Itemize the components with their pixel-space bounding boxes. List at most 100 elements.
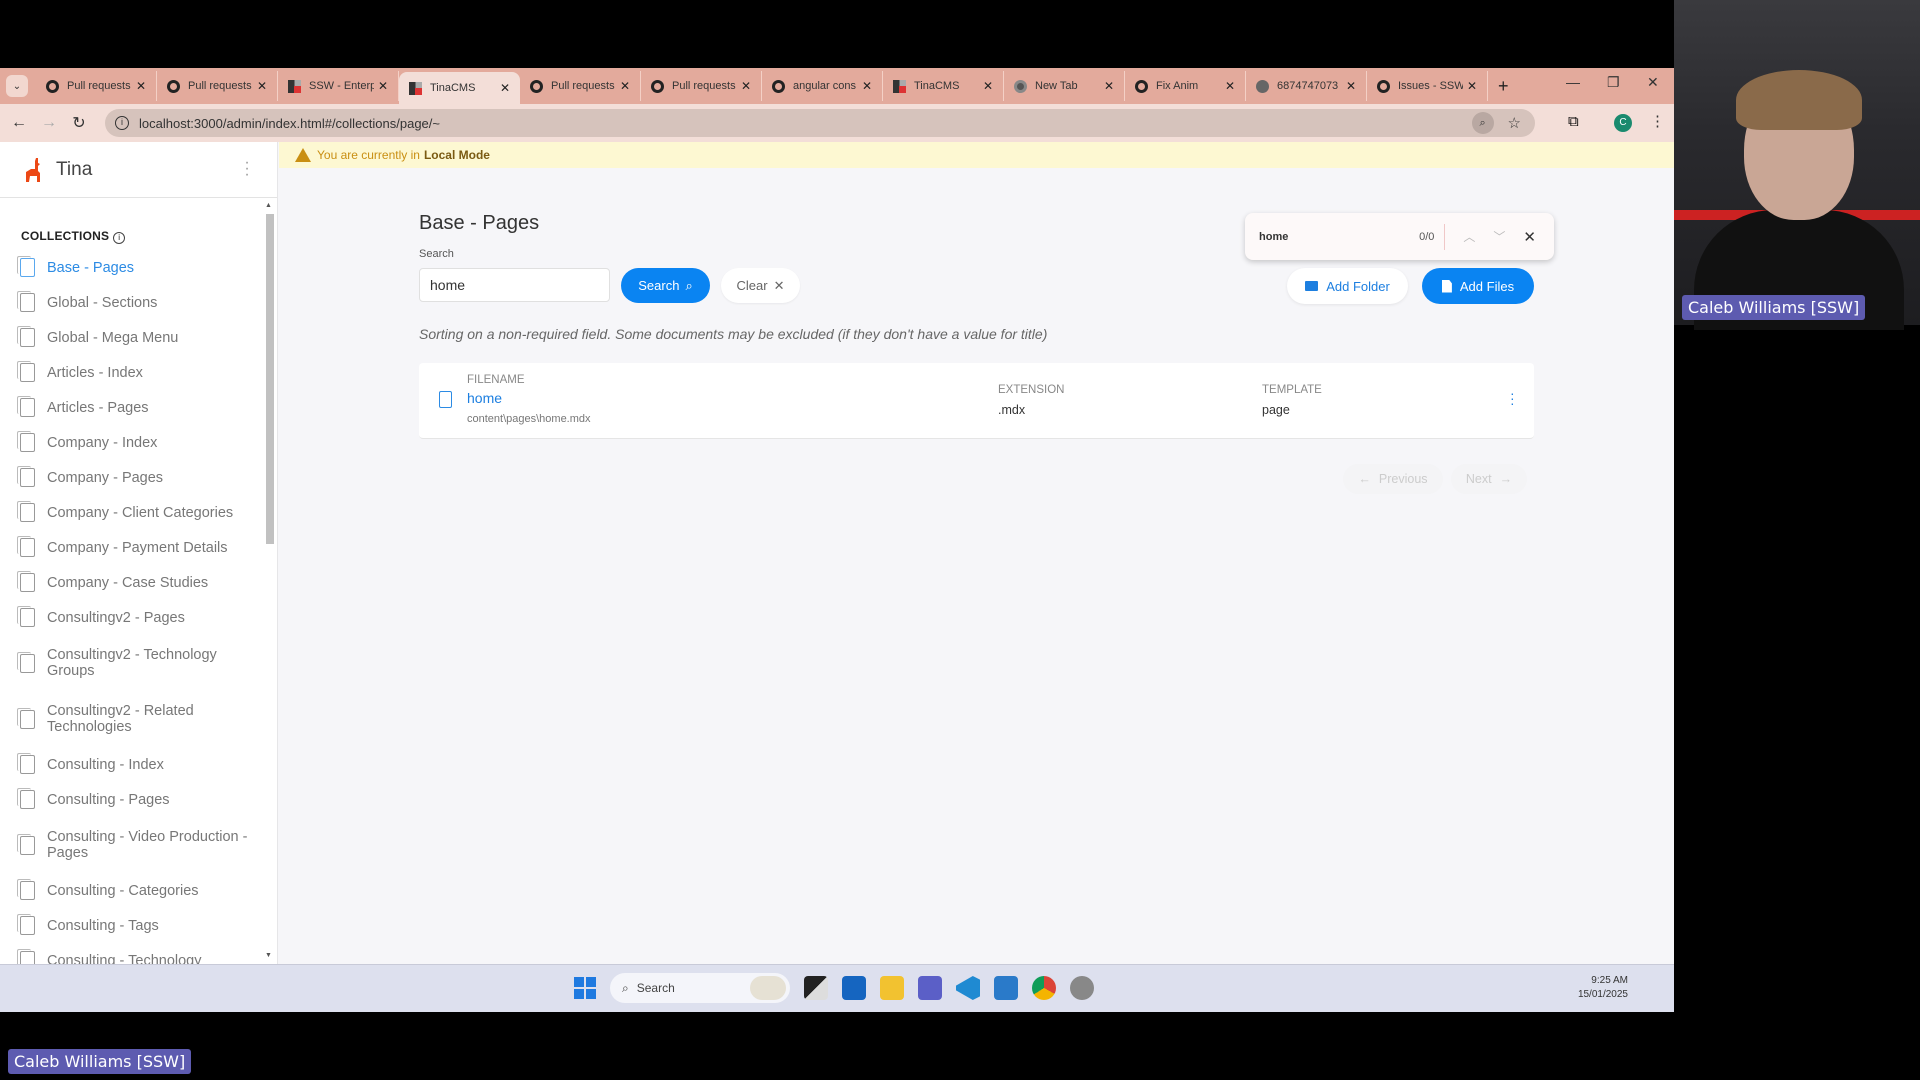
participant-name-tag-bottom: Caleb Williams [SSW] (8, 1049, 192, 1074)
snagit-icon[interactable] (994, 976, 1018, 1000)
sidebar-menu-icon[interactable]: · · · (244, 155, 250, 183)
add-folder-button[interactable]: Add Folder (1287, 268, 1408, 304)
previous-button[interactable]: ← Previous (1343, 464, 1443, 494)
sidebar-item[interactable]: Consulting - Index (17, 747, 252, 782)
search-input[interactable] (419, 268, 610, 302)
scroll-thumb[interactable] (266, 214, 274, 544)
reload-button[interactable]: ↻ (64, 113, 94, 133)
tab-title: angular cons (793, 80, 856, 92)
clear-button[interactable]: Clear ✕ (721, 268, 800, 303)
lens-icon[interactable]: ⌕ (1471, 112, 1494, 134)
close-tab-icon[interactable]: ✕ (862, 79, 872, 93)
sidebar-item[interactable]: Company - Case Studies (17, 565, 252, 600)
settings-icon[interactable] (1070, 976, 1094, 1000)
close-tab-icon[interactable]: ✕ (1346, 79, 1356, 93)
warning-icon (295, 148, 311, 162)
tab-3[interactable]: TinaCMS ✕ (399, 72, 520, 104)
document-icon (17, 256, 35, 277)
sidebar-item[interactable]: Company - Index (17, 425, 252, 460)
sidebar-item[interactable]: Company - Pages (17, 460, 252, 495)
find-close-icon[interactable]: ✕ (1523, 228, 1536, 246)
search-button[interactable]: Search ⌕ (621, 268, 710, 303)
sidebar-item[interactable]: Articles - Index (17, 355, 252, 390)
taskbar-search[interactable]: ⌕ Search (610, 973, 790, 1003)
site-info-icon[interactable]: i (115, 116, 129, 130)
tab-9[interactable]: Fix Anim ✕ (1125, 71, 1246, 101)
close-tab-icon[interactable]: ✕ (620, 79, 630, 93)
task-view-icon[interactable] (804, 976, 828, 1000)
table-row[interactable]: FILENAME home content\pages\home.mdx EXT… (419, 363, 1534, 439)
briefcase-icon (750, 976, 786, 1000)
sidebar-item[interactable]: Global - Mega Menu (17, 320, 252, 355)
info-icon[interactable]: i (113, 232, 126, 244)
sidebar-item[interactable]: Consultingv2 - Related Technologies (17, 691, 252, 747)
close-tab-icon[interactable]: ✕ (257, 79, 267, 93)
restore-button[interactable]: ❐ (1607, 74, 1620, 91)
start-icon[interactable] (574, 977, 596, 999)
tab-8[interactable]: New Tab ✕ (1004, 71, 1125, 101)
sidebar-item[interactable]: Base - Pages (17, 250, 252, 285)
close-tab-icon[interactable]: ✕ (741, 79, 751, 93)
sidebar-item[interactable]: Company - Payment Details (17, 530, 252, 565)
find-bar: home 0/0 ︿ ﹀ ✕ (1245, 213, 1554, 260)
add-files-button[interactable]: Add Files (1422, 268, 1534, 304)
tab-2[interactable]: SSW - Enterp ✕ (278, 71, 399, 101)
find-previous-icon[interactable]: ︿ (1463, 228, 1475, 245)
sidebar-scrollbar[interactable]: ▲ ▼ (265, 202, 275, 962)
close-tab-icon[interactable]: ✕ (500, 81, 510, 95)
sidebar-item[interactable]: Consulting - Tags (17, 908, 252, 943)
sidebar-item[interactable]: Consulting - Video Production - Pages (17, 817, 252, 873)
url-bar[interactable]: i localhost:3000/admin/index.html#/colle… (105, 109, 1535, 137)
tab-6[interactable]: angular cons ✕ (762, 71, 883, 101)
vscode-icon[interactable] (956, 976, 980, 1000)
sidebar-item[interactable]: Consultingv2 - Pages (17, 600, 252, 635)
outlook-icon[interactable] (842, 976, 866, 1000)
sidebar-item[interactable]: Consulting - Categories (17, 873, 252, 908)
sidebar-item[interactable]: Consulting - Pages (17, 782, 252, 817)
back-button[interactable]: ← (4, 114, 34, 132)
new-tab-button[interactable]: + (1498, 76, 1509, 97)
sidebar-item[interactable]: Articles - Pages (17, 390, 252, 425)
document-icon (17, 651, 35, 673)
find-count: 0/0 (1419, 230, 1435, 243)
tab-search-button[interactable]: ⌄ (6, 75, 28, 97)
close-tab-icon[interactable]: ✕ (1225, 79, 1235, 93)
find-next-icon[interactable]: ﹀ (1493, 228, 1505, 245)
next-button[interactable]: Next → (1451, 464, 1527, 494)
extensions-icon[interactable]: ⧉ (1568, 113, 1579, 130)
close-tab-icon[interactable]: ✕ (1467, 79, 1477, 93)
github-icon (46, 79, 59, 93)
close-tab-icon[interactable]: ✕ (136, 79, 146, 93)
profile-avatar[interactable]: C (1614, 114, 1632, 132)
tab-1[interactable]: Pull requests ✕ (157, 71, 278, 101)
close-tab-icon[interactable]: ✕ (983, 79, 993, 93)
document-icon (17, 466, 35, 487)
browser-menu-icon[interactable]: ⋮ (1650, 112, 1665, 130)
chrome-icon[interactable] (1032, 976, 1056, 1000)
tab-0[interactable]: Pull requests ✕ (36, 71, 157, 101)
scroll-up-arrow[interactable]: ▲ (265, 202, 272, 209)
tab-11[interactable]: Issues - SSW ✕ (1367, 71, 1488, 101)
add-folder-label: Add Folder (1326, 278, 1390, 294)
tab-7[interactable]: TinaCMS ✕ (883, 71, 1004, 101)
bookmark-star-icon[interactable]: ☆ (1508, 114, 1521, 132)
local-mode-text: You are currently in (317, 148, 420, 162)
minimize-button[interactable]: — (1566, 74, 1580, 90)
tab-4[interactable]: Pull requests ✕ (520, 71, 641, 101)
file-explorer-icon[interactable] (880, 976, 904, 1000)
scroll-down-arrow[interactable]: ▼ (265, 952, 272, 959)
sidebar-item[interactable]: Consultingv2 - Technology Groups (17, 635, 252, 691)
clock[interactable]: 9:25 AM 15/01/2025 (1578, 974, 1628, 1002)
find-input[interactable]: home (1259, 231, 1419, 243)
row-menu-icon[interactable]: · · · (1510, 386, 1515, 410)
sidebar-item[interactable]: Company - Client Categories (17, 495, 252, 530)
tab-5[interactable]: Pull requests ✕ (641, 71, 762, 101)
close-tab-icon[interactable]: ✕ (378, 79, 388, 93)
sidebar-item[interactable]: Global - Sections (17, 285, 252, 320)
close-tab-icon[interactable]: ✕ (1104, 79, 1114, 93)
close-window-button[interactable]: ✕ (1647, 74, 1659, 91)
tab-10[interactable]: 6874747073 ✕ (1246, 71, 1367, 101)
teams-icon[interactable] (918, 976, 942, 1000)
forward-button[interactable]: → (34, 114, 64, 132)
filename-link[interactable]: home (467, 390, 502, 406)
